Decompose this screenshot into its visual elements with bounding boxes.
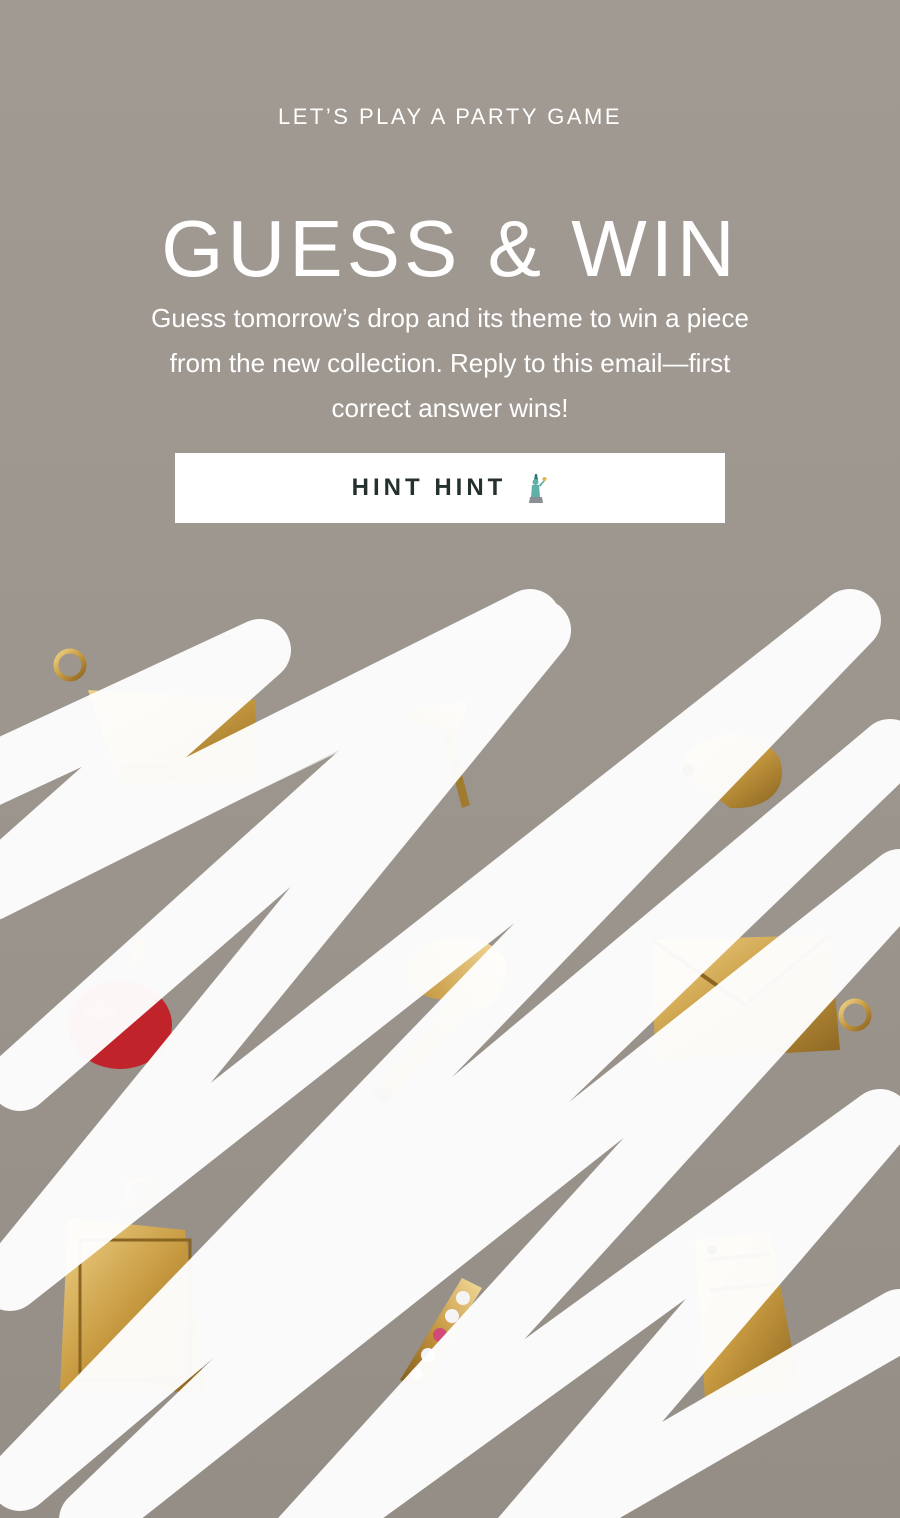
stone-bar-charm <box>400 1278 482 1390</box>
coin-charm <box>680 734 782 809</box>
statue-of-liberty-icon <box>524 473 548 503</box>
metrocard-charm <box>53 648 258 786</box>
email-page: LET’S PLAY A PARTY GAME GUESS & WIN Gues… <box>0 0 900 1518</box>
key-charm <box>372 937 506 1105</box>
apple-charm <box>68 940 172 1069</box>
hint-button[interactable]: HINT HINT <box>175 453 725 523</box>
eyebrow-text: LET’S PLAY A PARTY GAME <box>277 104 623 129</box>
envelope-charm <box>650 933 872 1060</box>
headline: GUESS & WIN <box>161 203 739 293</box>
stamp-charm <box>60 1176 205 1392</box>
building-charm <box>695 1232 800 1400</box>
hint-button-label: HINT HINT <box>351 474 507 501</box>
pin-charm <box>405 702 470 808</box>
body-copy: Guess tomorrow’s drop and its theme to w… <box>151 303 749 423</box>
charms-photo <box>0 560 900 1518</box>
